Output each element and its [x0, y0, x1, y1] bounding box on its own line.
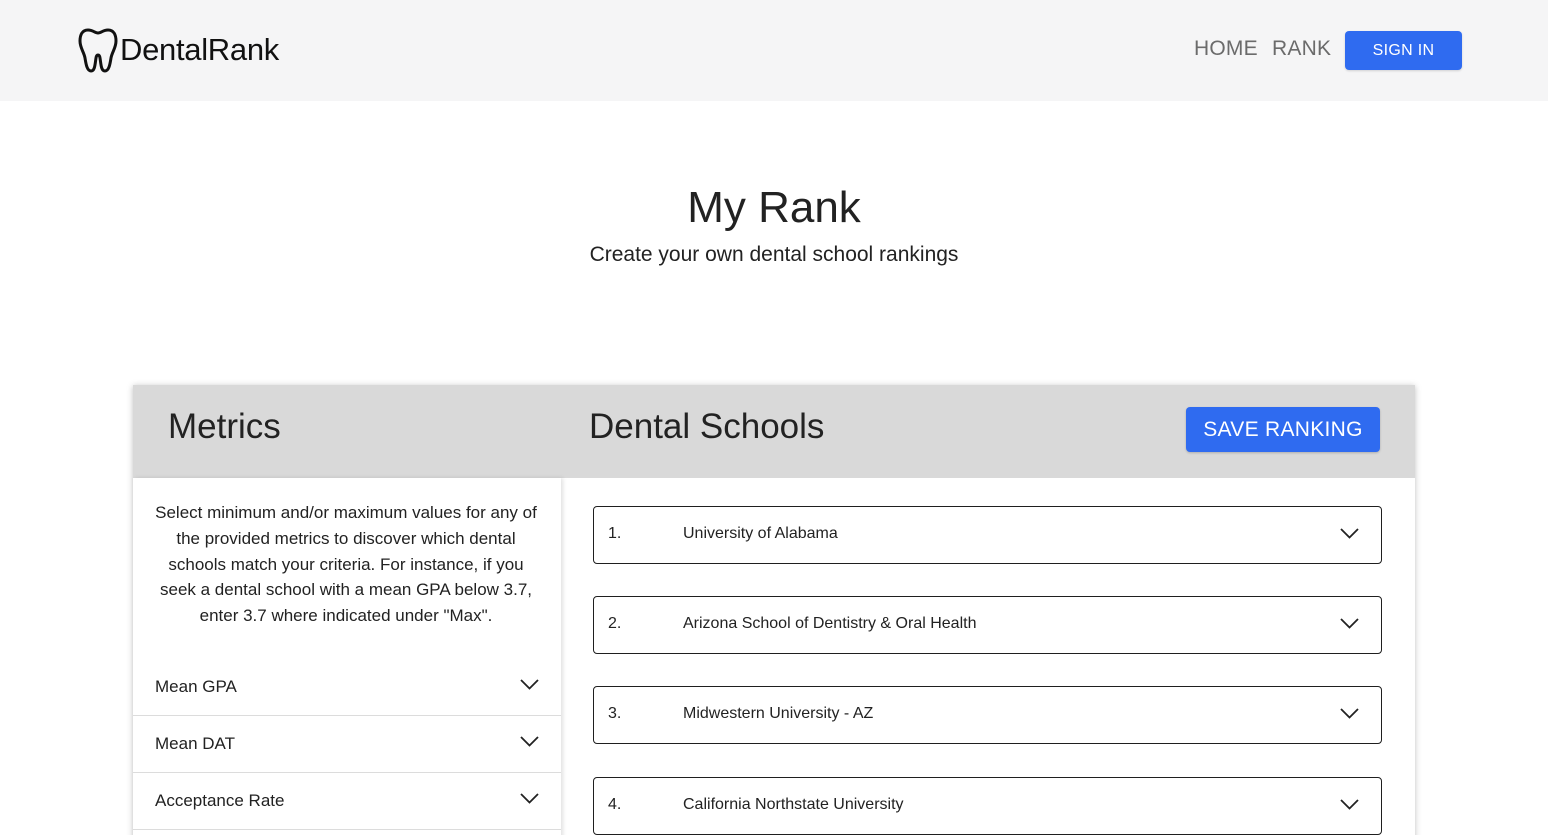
nav-home-link[interactable]: HOME	[1194, 37, 1258, 61]
dental-schools-heading: Dental Schools	[589, 407, 825, 446]
metrics-instructions: Select minimum and/or maximum values for…	[155, 503, 537, 626]
metric-label: Acceptance Rate	[155, 791, 285, 810]
school-name: University of Alabama	[683, 525, 838, 542]
chevron-down-icon	[520, 736, 539, 747]
school-name: California Northstate University	[683, 796, 904, 813]
nav-rank-link[interactable]: RANK	[1272, 37, 1331, 61]
school-name: Midwestern University - AZ	[683, 705, 874, 722]
save-ranking-button[interactable]: SAVE RANKING	[1186, 407, 1380, 452]
metric-accordion-mean-gpa[interactable]: Mean GPA	[133, 659, 561, 716]
chevron-down-icon	[1340, 708, 1359, 719]
ranking-card: Metrics Dental Schools SAVE RANKING Sele…	[133, 385, 1415, 835]
metric-label: Mean GPA	[155, 677, 237, 696]
school-accordion-item[interactable]: 1. University of Alabama	[593, 506, 1382, 564]
logo-text: DentalRank	[120, 32, 279, 67]
school-rank-number: 3.	[608, 705, 622, 722]
school-accordion-item[interactable]: 3. Midwestern University - AZ	[593, 686, 1382, 744]
page-title: My Rank	[687, 183, 861, 232]
metrics-panel: Select minimum and/or maximum values for…	[133, 478, 561, 835]
school-rank-number: 2.	[608, 615, 622, 632]
school-rank-number: 1.	[608, 525, 622, 542]
metric-accordion-acceptance-rate[interactable]: Acceptance Rate	[133, 773, 561, 830]
school-accordion-item[interactable]: 2. Arizona School of Dentistry & Oral He…	[593, 596, 1382, 654]
ranking-card-header: Metrics Dental Schools SAVE RANKING	[133, 385, 1415, 478]
page-subtitle: Create your own dental school rankings	[589, 243, 959, 266]
chevron-down-icon	[520, 793, 539, 804]
metric-accordion-mean-dat[interactable]: Mean DAT	[133, 716, 561, 773]
chevron-down-icon	[520, 679, 539, 690]
sign-in-button[interactable]: SIGN IN	[1345, 31, 1462, 70]
top-navbar: DentalRank HOME RANK SIGN IN	[0, 0, 1548, 101]
tooth-icon	[78, 28, 118, 73]
chevron-down-icon	[1340, 618, 1359, 629]
chevron-down-icon	[1340, 799, 1359, 810]
logo[interactable]: DentalRank	[78, 27, 279, 73]
school-name: Arizona School of Dentistry & Oral Healt…	[683, 615, 977, 632]
metric-label: Mean DAT	[155, 734, 235, 753]
metrics-heading: Metrics	[168, 407, 281, 446]
chevron-down-icon	[1340, 528, 1359, 539]
school-rank-number: 4.	[608, 796, 622, 813]
school-accordion-item[interactable]: 4. California Northstate University	[593, 777, 1382, 835]
